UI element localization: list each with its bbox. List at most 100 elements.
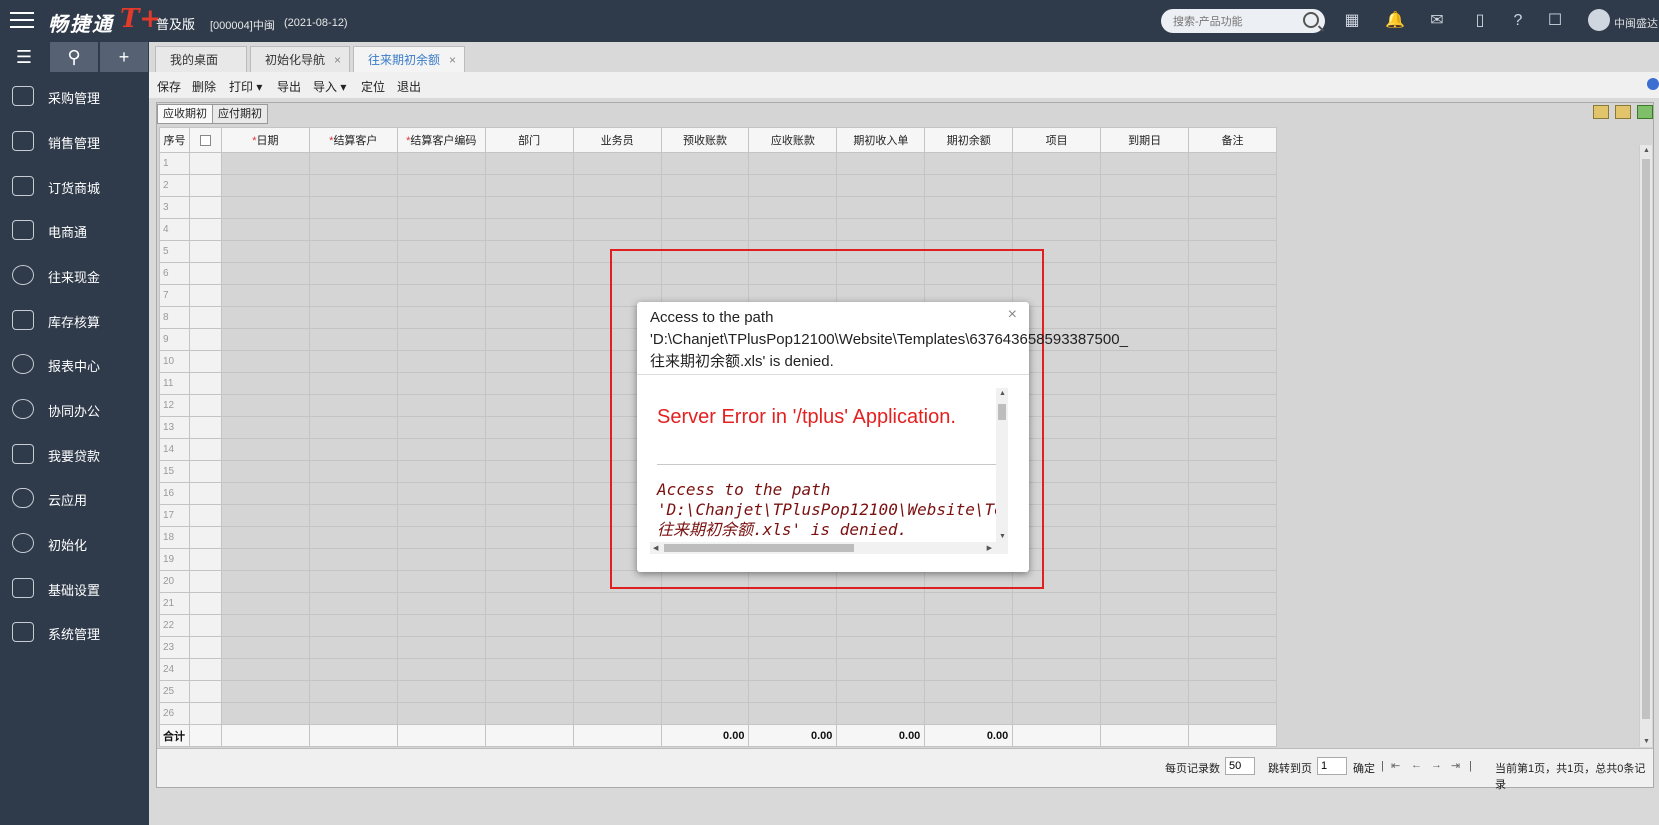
grid-cell[interactable] — [1012, 658, 1102, 681]
grid-cell[interactable] — [572, 680, 662, 703]
grid-cell[interactable] — [572, 174, 662, 197]
grid-cell[interactable] — [308, 614, 398, 637]
grid-cell[interactable] — [220, 504, 310, 527]
grid-cell[interactable] — [484, 548, 574, 571]
grid-cell[interactable] — [396, 636, 486, 659]
grid-cell[interactable] — [1188, 460, 1277, 483]
grid-cell[interactable] — [1188, 174, 1277, 197]
grid-cell[interactable] — [484, 570, 574, 593]
grid-cell[interactable] — [220, 196, 310, 219]
col-staff[interactable]: 业务员 — [572, 127, 662, 153]
first-page-icon[interactable]: ⇤ — [1391, 759, 1400, 772]
grid-cell[interactable] — [748, 680, 838, 703]
row-select-cell[interactable] — [189, 460, 222, 483]
col-due-date[interactable]: 到期日 — [1100, 127, 1190, 153]
grid-cell[interactable] — [748, 174, 838, 197]
grid-cell[interactable] — [484, 240, 574, 263]
grid-cell[interactable] — [396, 438, 486, 461]
grid-cell[interactable] — [748, 702, 838, 725]
search-input[interactable] — [1171, 12, 1300, 32]
grid-cell[interactable] — [308, 702, 398, 725]
table-row[interactable]: 25 — [159, 680, 1277, 703]
row-select-cell[interactable] — [189, 328, 222, 351]
close-icon[interactable]: × — [334, 47, 341, 73]
grid-cell[interactable] — [220, 372, 310, 395]
grid-cell[interactable] — [1188, 526, 1277, 549]
grid-cell[interactable] — [396, 306, 486, 329]
grid-cell[interactable] — [220, 614, 310, 637]
grid-cell[interactable] — [572, 614, 662, 637]
grid-cell[interactable] — [1100, 196, 1190, 219]
table-row[interactable]: 2 — [159, 174, 1277, 197]
jump-page-input[interactable] — [1317, 757, 1347, 775]
row-select-cell[interactable] — [189, 240, 222, 263]
grid-cell[interactable] — [484, 482, 574, 505]
col-balance[interactable]: 期初余额 — [924, 127, 1014, 153]
grid-cell[interactable] — [924, 702, 1014, 725]
grid-cell[interactable] — [1100, 504, 1190, 527]
sidebar-item-sales[interactable]: 销售管理 — [0, 119, 149, 163]
bell-icon[interactable]: 🔔 — [1385, 11, 1405, 31]
row-select-cell[interactable] — [189, 504, 222, 527]
grid-cell[interactable] — [484, 196, 574, 219]
grid-cell[interactable] — [308, 460, 398, 483]
col-income-doc[interactable]: 期初收入单 — [836, 127, 926, 153]
grid-cell[interactable] — [924, 636, 1014, 659]
grid-cell[interactable] — [836, 614, 926, 637]
grid-cell[interactable] — [220, 328, 310, 351]
grid-cell[interactable] — [1100, 218, 1190, 241]
prev-page-icon[interactable]: ← — [1411, 759, 1422, 771]
grid-cell[interactable] — [660, 592, 750, 615]
grid-cell[interactable] — [484, 592, 574, 615]
grid-cell[interactable] — [396, 328, 486, 351]
save-button[interactable]: 保存 — [157, 78, 181, 95]
grid-cell[interactable] — [308, 394, 398, 417]
row-select-cell[interactable] — [189, 262, 222, 285]
grid-cell[interactable] — [484, 152, 574, 175]
paste-icon[interactable] — [1615, 105, 1631, 119]
grid-cell[interactable] — [220, 284, 310, 307]
grid-cell[interactable] — [1100, 680, 1190, 703]
grid-cell[interactable] — [1188, 680, 1277, 703]
grid-cell[interactable] — [572, 636, 662, 659]
grid-cell[interactable] — [396, 460, 486, 483]
grid-cell[interactable] — [308, 284, 398, 307]
grid-cell[interactable] — [220, 460, 310, 483]
grid-cell[interactable] — [1100, 240, 1190, 263]
grid-cell[interactable] — [1012, 218, 1102, 241]
grid-cell[interactable] — [484, 658, 574, 681]
help-icon[interactable]: ? — [1508, 11, 1528, 31]
tab-opening-balance[interactable]: 往来期初余额 × — [353, 46, 465, 72]
grid-cell[interactable] — [484, 350, 574, 373]
grid-cell[interactable] — [484, 460, 574, 483]
calendar-icon[interactable]: ▦ — [1342, 11, 1362, 31]
grid-cell[interactable] — [836, 174, 926, 197]
grid-cell[interactable] — [484, 702, 574, 725]
grid-cell[interactable] — [572, 196, 662, 219]
grid-cell[interactable] — [220, 174, 310, 197]
grid-cell[interactable] — [1188, 636, 1277, 659]
grid-cell[interactable] — [748, 196, 838, 219]
next-page-icon[interactable]: → — [1431, 759, 1442, 771]
grid-cell[interactable] — [220, 306, 310, 329]
row-select-cell[interactable] — [189, 548, 222, 571]
grid-cell[interactable] — [308, 218, 398, 241]
grid-cell[interactable] — [484, 174, 574, 197]
grid-cell[interactable] — [308, 196, 398, 219]
grid-cell[interactable] — [396, 218, 486, 241]
grid-cell[interactable] — [836, 702, 926, 725]
grid-cell[interactable] — [1100, 526, 1190, 549]
grid-cell[interactable] — [308, 658, 398, 681]
row-select-cell[interactable] — [189, 636, 222, 659]
grid-cell[interactable] — [1100, 482, 1190, 505]
grid-cell[interactable] — [1100, 570, 1190, 593]
grid-cell[interactable] — [1188, 592, 1277, 615]
grid-cell[interactable] — [220, 152, 310, 175]
grid-cell[interactable] — [220, 394, 310, 417]
grid-cell[interactable] — [1012, 592, 1102, 615]
table-row[interactable]: 26 — [159, 702, 1277, 725]
col-note[interactable]: 备注 — [1188, 127, 1277, 153]
grid-cell[interactable] — [924, 614, 1014, 637]
sidebar-item-office[interactable]: 协同办公 — [0, 387, 149, 431]
grid-cell[interactable] — [660, 614, 750, 637]
